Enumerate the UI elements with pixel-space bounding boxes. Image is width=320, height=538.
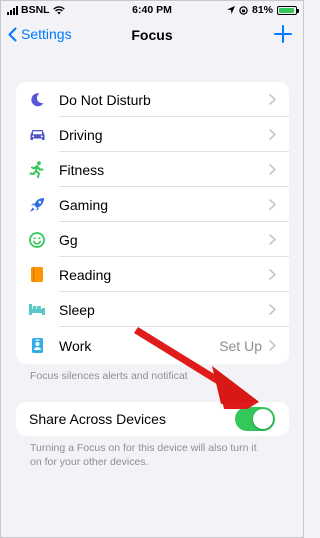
focus-item-label: Driving	[59, 126, 103, 143]
bed-icon	[28, 301, 46, 319]
focus-list-footnote: Focus silences alerts and notificat	[30, 370, 188, 382]
toggle-knob	[253, 409, 273, 429]
book-icon	[28, 266, 46, 284]
smiley-icon	[28, 231, 46, 249]
focus-item-gaming[interactable]: Gaming	[16, 187, 289, 222]
battery-icon	[277, 5, 299, 15]
share-footnote: Turning a Focus on for this device will …	[30, 441, 257, 469]
share-footnote-line-2: on for your other devices.	[30, 456, 149, 468]
chevron-right-icon	[269, 304, 276, 315]
focus-item-label: Gg	[59, 231, 78, 248]
focus-item-gg[interactable]: Gg	[16, 222, 289, 257]
chevron-right-icon	[269, 164, 276, 175]
focus-item-reading[interactable]: Reading	[16, 257, 289, 292]
chevron-right-icon	[269, 340, 276, 351]
chevron-right-icon	[269, 199, 276, 210]
focus-list: Do Not Disturb Driving Fitness Gaming Gg…	[16, 82, 289, 364]
moon-icon	[28, 91, 46, 109]
chevron-right-icon	[269, 94, 276, 105]
plus-icon	[274, 25, 292, 43]
status-right: 81%	[226, 4, 299, 16]
focus-item-fitness[interactable]: Fitness	[16, 152, 289, 187]
share-across-devices-row: Share Across Devices	[16, 402, 289, 436]
battery-percentage: 81%	[251, 4, 273, 16]
chevron-right-icon	[269, 129, 276, 140]
focus-item-label: Fitness	[59, 161, 105, 178]
status-bar: BSNL 6:40 PM 81%	[0, 0, 304, 20]
chevron-right-icon	[269, 234, 276, 245]
focus-item-sleep[interactable]: Sleep	[16, 292, 289, 327]
navigation-bar: Settings Focus	[0, 20, 304, 54]
chevron-right-icon	[269, 269, 276, 280]
badge-icon	[28, 337, 46, 355]
running-figure-icon	[28, 161, 46, 179]
focus-item-label: Reading	[59, 266, 112, 283]
rocket-icon	[28, 196, 46, 214]
focus-item-label: Do Not Disturb	[59, 91, 151, 108]
focus-item-label: Sleep	[59, 301, 95, 318]
add-focus-button[interactable]	[274, 25, 292, 48]
focus-item-work[interactable]: Work Set Up	[16, 327, 289, 364]
orientation-lock-icon	[239, 5, 248, 15]
car-icon	[28, 126, 46, 144]
focus-item-driving[interactable]: Driving	[16, 117, 289, 152]
share-across-devices-label: Share Across Devices	[29, 411, 166, 427]
share-across-devices-toggle[interactable]	[235, 407, 275, 431]
focus-item-value: Set Up	[219, 337, 262, 354]
page-title: Focus	[131, 27, 173, 43]
focus-item-label: Work	[59, 337, 92, 354]
share-footnote-line-1: Turning a Focus on for this device will …	[30, 442, 257, 454]
location-icon	[226, 6, 235, 14]
focus-item-do-not-disturb[interactable]: Do Not Disturb	[16, 82, 289, 117]
focus-item-label: Gaming	[59, 196, 109, 213]
